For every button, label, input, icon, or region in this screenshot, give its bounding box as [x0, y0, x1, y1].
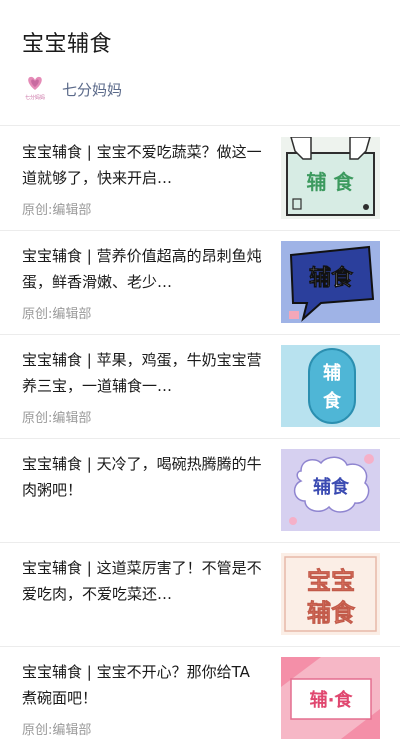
article-text: 宝宝辅食 | 天冷了，喝碗热腾腾的牛肉粥吧！ [22, 451, 262, 511]
thumb-text-1: 宝宝 [307, 567, 355, 595]
cloud-bubble-icon: 辅食 [281, 449, 380, 531]
page: 宝宝辅食 七分妈妈 七分妈妈 宝宝辅食 | 宝宝不爱吃蔬菜？做这一道就够了，快来… [0, 0, 400, 749]
article-thumbnail: 宝宝 辅食 [281, 553, 380, 635]
header: 宝宝辅食 七分妈妈 七分妈妈 [0, 0, 400, 126]
article-title: 宝宝辅食 | 苹果，鸡蛋，牛奶宝宝营养三宝，一道辅食一… [22, 351, 262, 395]
svg-text:七分妈妈: 七分妈妈 [25, 94, 45, 101]
article-source: 原创:编辑部 [22, 411, 92, 426]
article-item[interactable]: 宝宝辅食 | 营养价值超高的昂刺鱼炖蛋，鲜香滑嫩、老少… 原创:编辑部 辅食 [0, 231, 400, 335]
article-title: 宝宝辅食 | 宝宝不爱吃蔬菜？做这一道就够了，快来开启… [22, 143, 262, 187]
article-title: 宝宝辅食 | 营养价值超高的昂刺鱼炖蛋，鲜香滑嫩、老少… [22, 247, 262, 291]
thumb-text-2: 辅食 [307, 599, 356, 627]
article-thumbnail: 辅 食 [281, 137, 380, 219]
article-item[interactable]: 宝宝辅食 | 天冷了，喝碗热腾腾的牛肉粥吧！ 辅食 [0, 439, 400, 543]
article-thumbnail: 辅食 [281, 241, 380, 323]
account-name: 七分妈妈 [62, 80, 123, 99]
page-title: 宝宝辅食 [22, 32, 113, 57]
account-link[interactable]: 七分妈妈 七分妈妈 [22, 74, 122, 104]
article-thumbnail: 辅·食 [281, 657, 380, 739]
article-item[interactable]: 宝宝辅食 | 宝宝不爱吃蔬菜？做这一道就够了，快来开启… 原创:编辑部 辅 食 [0, 127, 400, 231]
article-source: 原创:编辑部 [22, 723, 92, 738]
article-text: 宝宝辅食 | 营养价值超高的昂刺鱼炖蛋，鲜香滑嫩、老少… 原创:编辑部 [22, 243, 262, 322]
bold-text-card-icon: 宝宝 辅食 [281, 553, 380, 635]
article-thumbnail: 辅 食 [281, 345, 380, 427]
article-text: 宝宝辅食 | 宝宝不爱吃蔬菜？做这一道就够了，快来开启… 原创:编辑部 [22, 139, 262, 218]
article-source: 原创:编辑部 [22, 203, 92, 218]
thumb-text: 辅·食 [310, 689, 354, 711]
article-thumbnail: 辅食 [281, 449, 380, 531]
article-title: 宝宝辅食 | 这道菜厉害了！不管是不爱吃肉，不爱吃菜还… [22, 559, 262, 603]
account-logo-icon: 七分妈妈 [22, 74, 48, 104]
speech-bubble-icon: 辅食 [281, 241, 380, 323]
thumb-text: 辅食 [313, 476, 350, 498]
label-card-icon: 辅·食 [281, 657, 380, 739]
thumb-text: 辅 食 [307, 170, 355, 194]
thumb-text: 辅食 [309, 265, 354, 291]
pill-shape-icon: 辅 食 [281, 345, 380, 427]
article-text: 宝宝辅食 | 这道菜厉害了！不管是不爱吃肉，不爱吃菜还… [22, 555, 262, 615]
hands-holding-sign-icon: 辅 食 [281, 137, 380, 219]
article-text: 宝宝辅食 | 宝宝不开心？那你给TA煮碗面吧！ 原创:编辑部 [22, 659, 262, 738]
article-text: 宝宝辅食 | 苹果，鸡蛋，牛奶宝宝营养三宝，一道辅食一… 原创:编辑部 [22, 347, 262, 426]
article-source: 原创:编辑部 [22, 307, 92, 322]
article-title: 宝宝辅食 | 宝宝不开心？那你给TA煮碗面吧！ [22, 663, 250, 707]
article-title: 宝宝辅食 | 天冷了，喝碗热腾腾的牛肉粥吧！ [22, 455, 262, 499]
article-item[interactable]: 宝宝辅食 | 宝宝不开心？那你给TA煮碗面吧！ 原创:编辑部 辅·食 [0, 647, 400, 749]
article-item[interactable]: 宝宝辅食 | 这道菜厉害了！不管是不爱吃肉，不爱吃菜还… 宝宝 辅食 [0, 543, 400, 647]
article-item[interactable]: 宝宝辅食 | 苹果，鸡蛋，牛奶宝宝营养三宝，一道辅食一… 原创:编辑部 辅 食 [0, 335, 400, 439]
thumb-text-1: 辅 [323, 362, 341, 384]
thumb-text-2: 食 [322, 390, 342, 412]
